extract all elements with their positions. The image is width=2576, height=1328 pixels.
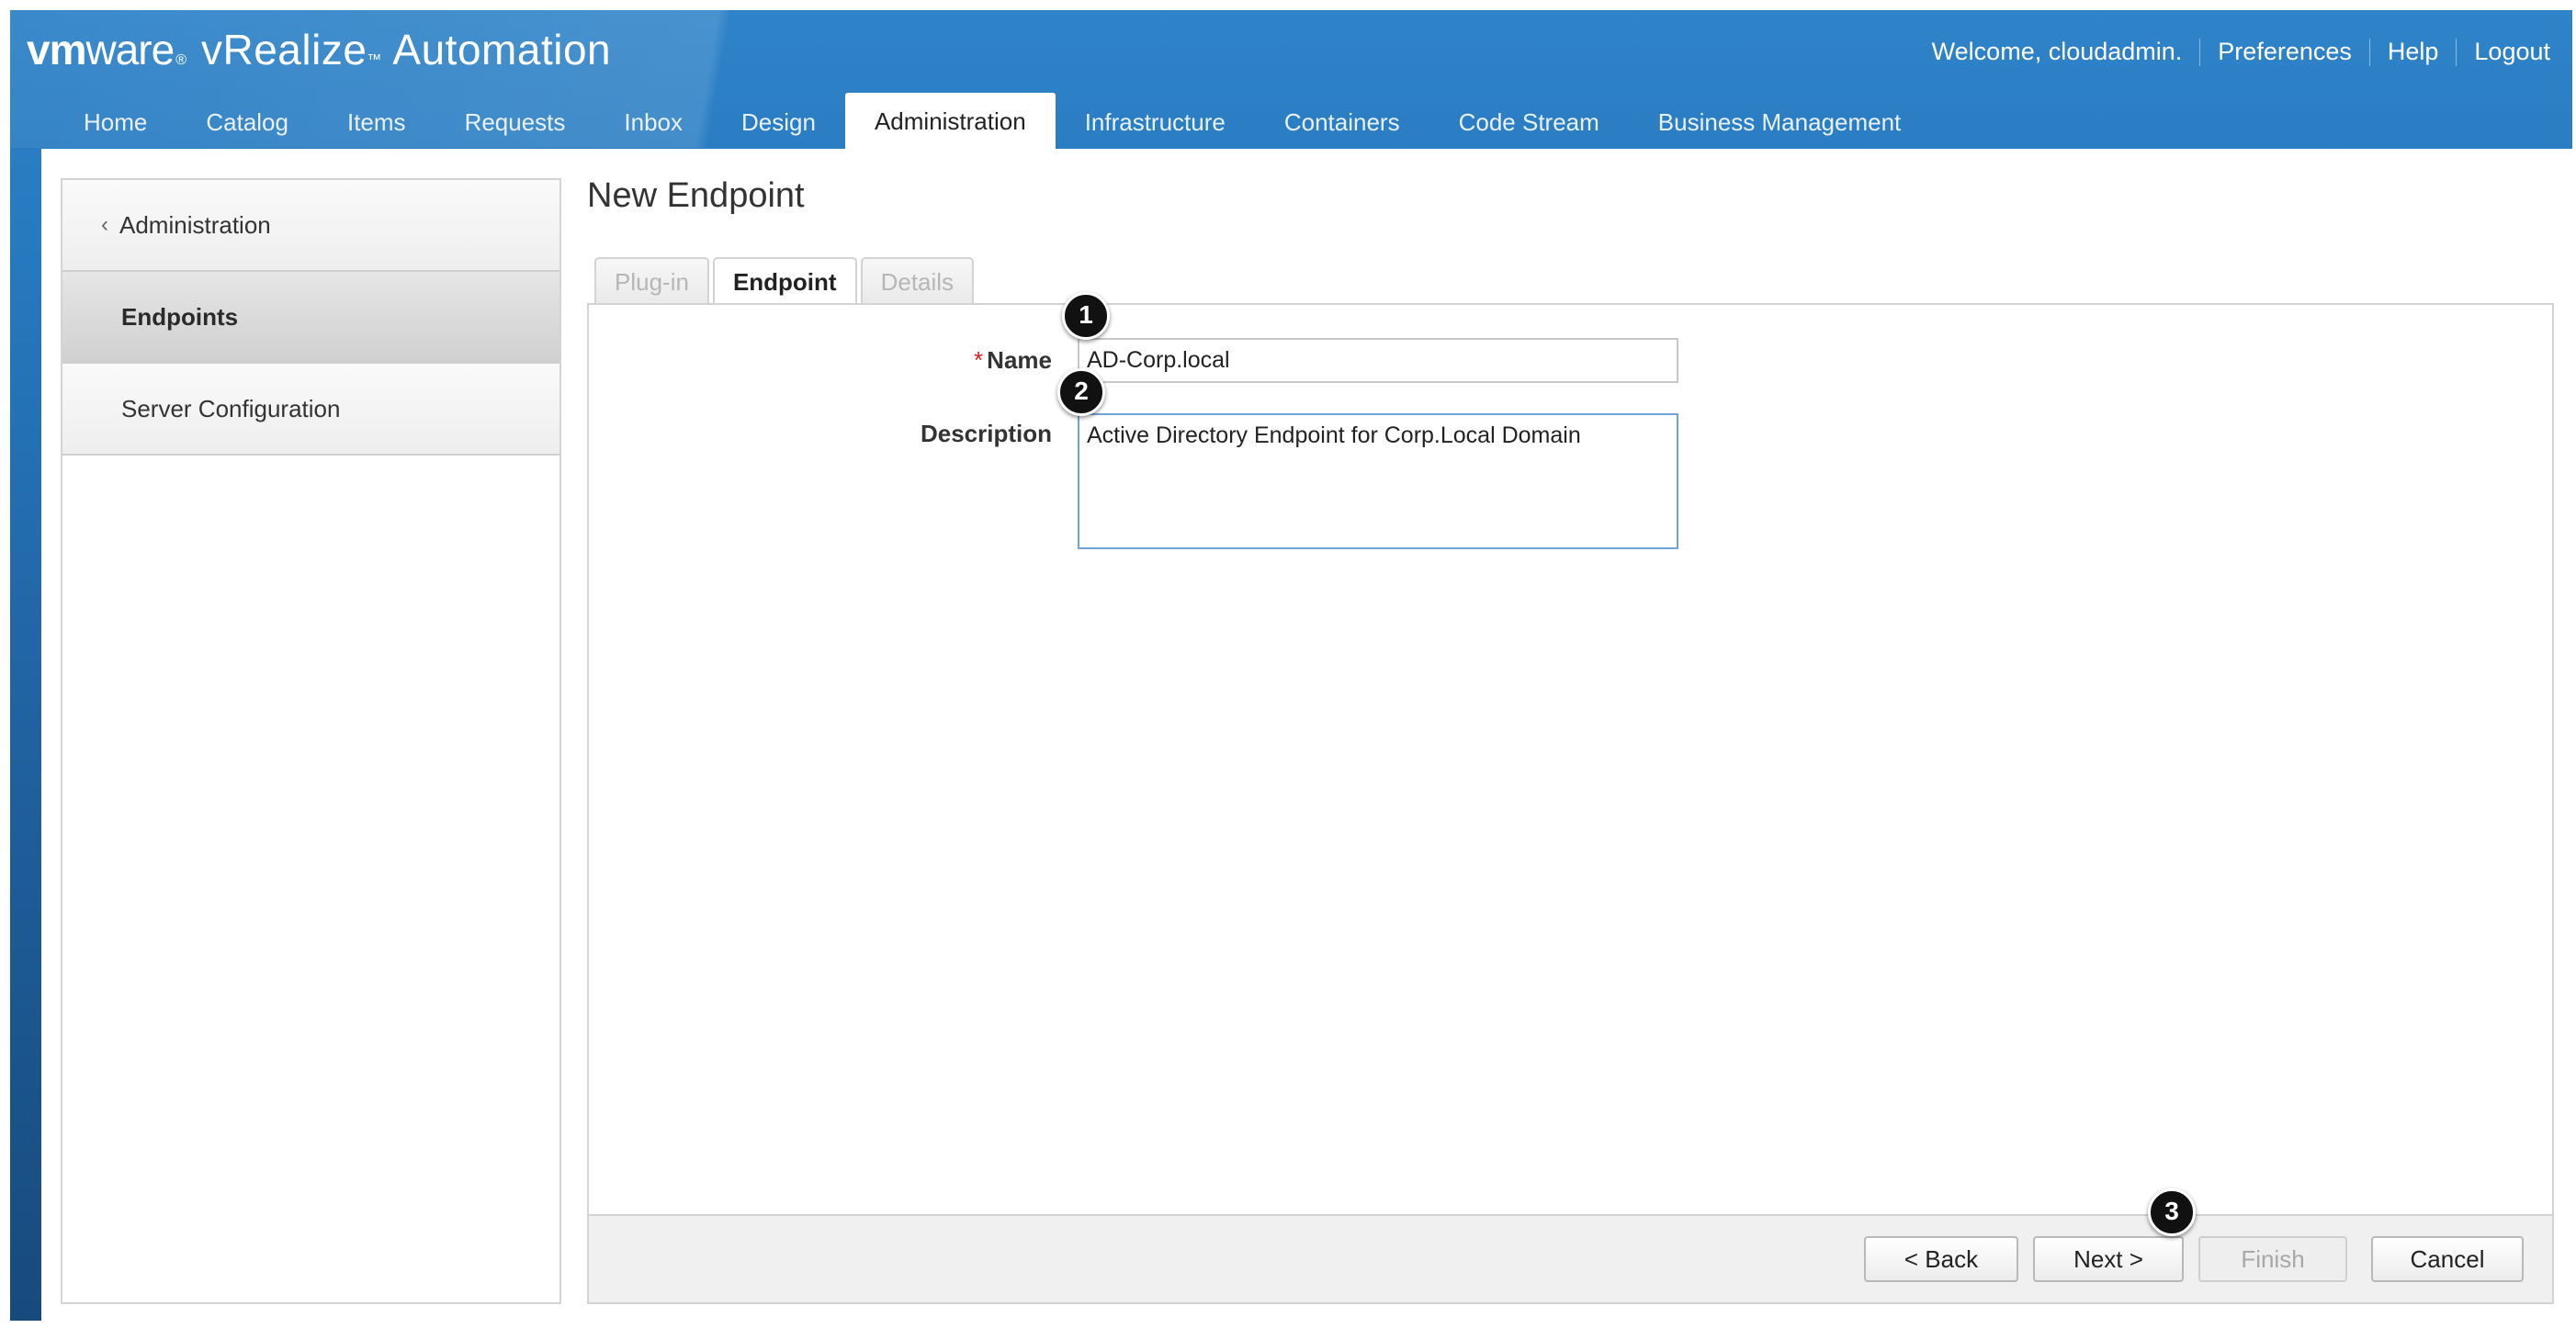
nav-tab-business-management[interactable]: Business Management (1629, 95, 1930, 150)
welcome-text: Welcome, cloudadmin. (1931, 38, 2183, 65)
required-marker: * (974, 346, 984, 374)
logout-link[interactable]: Logout (2457, 38, 2550, 66)
callout-marker: 1 (1062, 292, 1110, 340)
wizard-footer: < Back Next > Finish Cancel (589, 1214, 2552, 1302)
wizard-tab-endpoint[interactable]: Endpoint (712, 257, 857, 307)
wizard-tab-plug-in[interactable]: Plug-in (594, 257, 709, 305)
sidebar-back-label: Administration (119, 210, 271, 239)
sidebar-item-endpoints[interactable]: Endpoints (62, 272, 559, 364)
product-suffix: Automation (392, 26, 612, 73)
name-row: * Name (589, 338, 1678, 383)
page-title: New Endpoint (587, 176, 805, 215)
nav-tab-requests[interactable]: Requests (435, 95, 595, 150)
nav-tab-infrastructure[interactable]: Infrastructure (1056, 95, 1255, 150)
nav-tab-home[interactable]: Home (54, 95, 176, 150)
name-label: * Name (589, 338, 1078, 383)
logo-ware: ware (85, 26, 175, 73)
back-button[interactable]: < Back (1864, 1236, 2018, 1282)
description-row: Description (589, 413, 1678, 549)
callout-marker: 2 (1057, 368, 1105, 416)
description-label: Description (920, 420, 1052, 447)
logo-registered-mark: ® (175, 52, 186, 68)
wizard-tab-details[interactable]: Details (860, 257, 975, 305)
content-area: ‹ Administration Endpoints Server Config… (41, 149, 2572, 1321)
user-links: Welcome, cloudadmin. Preferences Help Lo… (1932, 38, 2550, 66)
finish-button: Finish (2198, 1236, 2347, 1282)
wizard-tabs: Plug-in Endpoint Details (594, 257, 975, 307)
nav-tab-catalog[interactable]: Catalog (176, 95, 318, 150)
main-nav: Home Catalog Items Requests Inbox Design… (54, 93, 1930, 150)
nav-tab-items[interactable]: Items (318, 95, 435, 150)
sidebar-item-label: Endpoints (121, 302, 239, 331)
nav-tab-inbox[interactable]: Inbox (594, 95, 712, 150)
nav-tab-containers[interactable]: Containers (1255, 95, 1429, 150)
sidebar-item-label: Server Configuration (121, 394, 341, 422)
logo-vm: vm (27, 26, 86, 73)
chevron-left-icon: ‹ (101, 212, 108, 237)
main-panel: New Endpoint Plug-in Endpoint Details * N… (587, 176, 2554, 1304)
name-input[interactable] (1078, 338, 1678, 383)
logo-trademark: ™ (367, 52, 382, 68)
description-input[interactable] (1078, 413, 1678, 549)
sidebar-item-server-configuration[interactable]: Server Configuration (62, 364, 559, 456)
preferences-link[interactable]: Preferences (2200, 38, 2369, 66)
next-button[interactable]: Next > (2033, 1236, 2184, 1282)
nav-tab-administration[interactable]: Administration (844, 93, 1056, 150)
cancel-button[interactable]: Cancel (2371, 1236, 2524, 1282)
name-label-text: Name (987, 346, 1052, 374)
sidebar: ‹ Administration Endpoints Server Config… (61, 178, 561, 1304)
sidebar-back-administration[interactable]: ‹ Administration (62, 180, 559, 272)
product-name: vRealize (201, 26, 367, 73)
wizard-panel: *Name Description < Back Next > Finish C… (587, 303, 2554, 1304)
help-link[interactable]: Help (2370, 38, 2457, 66)
callout-marker: 3 (2148, 1188, 2196, 1236)
app-window: vm ware ® vRealize ™ Automation Welcome,… (10, 10, 2572, 1321)
nav-tab-code-stream[interactable]: Code Stream (1429, 95, 1629, 150)
vmware-logo: vm ware ® vRealize ™ Automation (27, 25, 611, 89)
nav-tab-design[interactable]: Design (712, 95, 845, 150)
